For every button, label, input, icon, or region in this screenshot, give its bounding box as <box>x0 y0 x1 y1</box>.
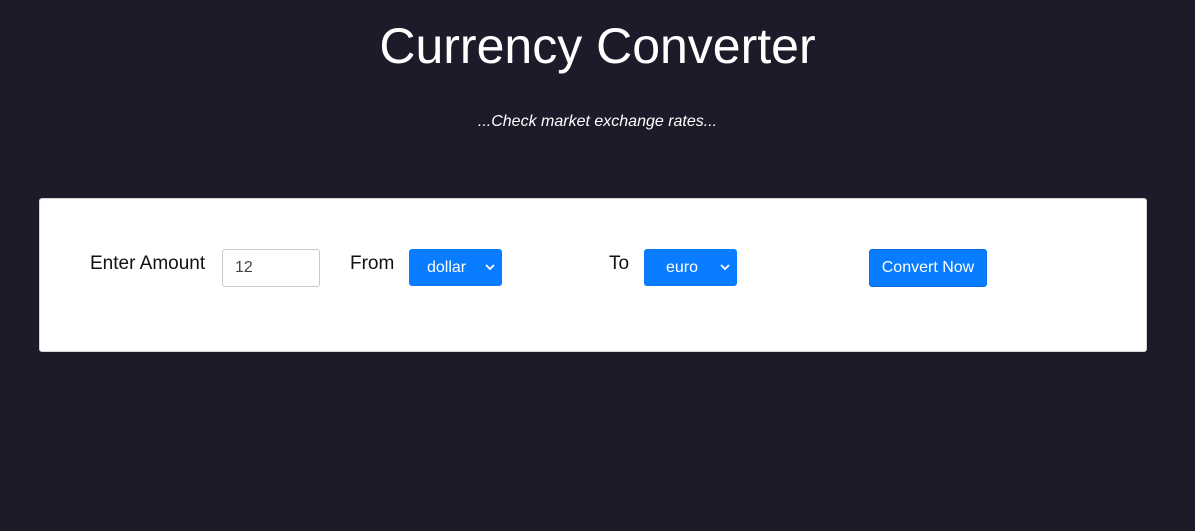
to-currency-select[interactable]: euro <box>644 249 737 286</box>
amount-input[interactable] <box>222 249 320 287</box>
to-label: To <box>609 253 630 274</box>
from-currency-value: dollar <box>427 259 467 276</box>
to-currency-value: euro <box>666 259 699 276</box>
from-currency-select[interactable]: dollar <box>409 249 502 286</box>
amount-label: Enter Amount <box>90 253 206 274</box>
page-subtitle: ...Check market exchange rates... <box>477 113 718 130</box>
converter-card: Enter Amount From dollar To euro Convert… <box>39 198 1147 352</box>
page-title: Currency Converter <box>379 18 816 74</box>
chevron-down-icon <box>484 249 496 286</box>
chevron-down-icon <box>719 249 731 286</box>
from-label: From <box>350 253 395 274</box>
convert-now-button[interactable]: Convert Now <box>869 249 987 287</box>
